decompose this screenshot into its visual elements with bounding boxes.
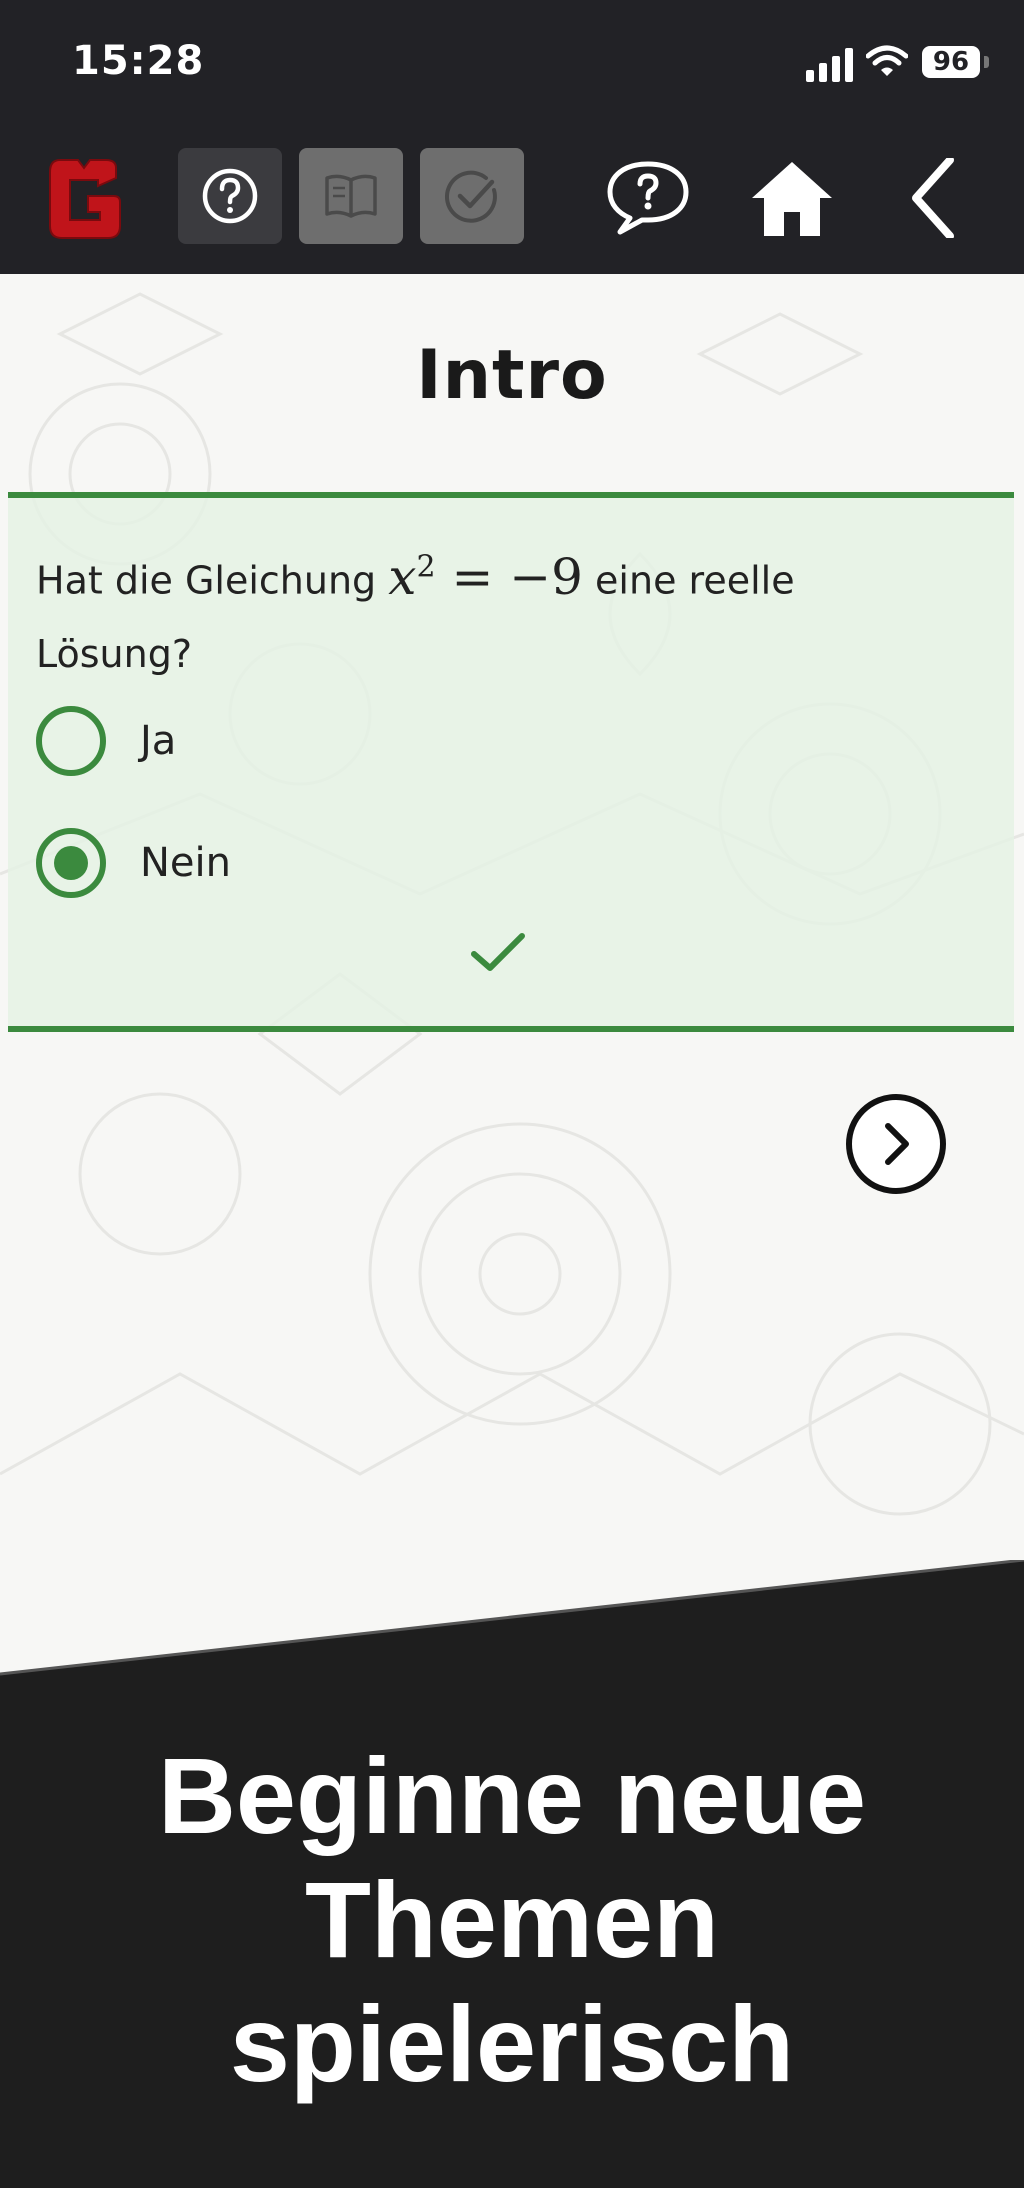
option-label-ja: Ja	[140, 718, 177, 764]
check-button[interactable]	[420, 148, 524, 244]
equation: x2 = −9	[388, 548, 583, 606]
book-icon	[325, 174, 377, 218]
option-ja[interactable]: Ja	[36, 706, 436, 786]
book-button[interactable]	[299, 148, 403, 244]
option-label-nein: Nein	[140, 840, 231, 886]
promo-headline: Beginne neue Themen spielerisch	[0, 1734, 1024, 2106]
question-prefix: Hat die Gleichung	[36, 558, 389, 603]
status-time: 15:28	[72, 38, 205, 84]
equation-exponent: 2	[416, 549, 436, 584]
promo-line-1: Beginne neue	[157, 1735, 867, 1856]
correct-checkmark-icon	[471, 933, 525, 971]
page-title: Intro	[416, 336, 608, 415]
status-bar: 15:28 96	[0, 0, 1024, 120]
equation-rest: = −9	[451, 547, 583, 606]
radio-ja[interactable]	[36, 706, 106, 776]
radio-selected-dot	[54, 846, 88, 880]
radio-nein[interactable]	[36, 828, 106, 898]
wifi-icon	[866, 45, 908, 76]
option-nein[interactable]: Nein	[36, 828, 436, 908]
promo-line-2: Themen	[304, 1859, 720, 1980]
chevron-right-icon	[885, 1123, 909, 1165]
home-icon[interactable]	[748, 158, 836, 238]
question-text: Hat die Gleichung x2 = −9 eine reelle Lö…	[36, 530, 956, 691]
battery-icon: 96	[922, 46, 980, 78]
equation-variable: x	[388, 547, 417, 606]
check-icon	[445, 170, 497, 223]
question-card: Hat die Gleichung x2 = −9 eine reelle Lö…	[8, 492, 1014, 1032]
chat-icon[interactable]	[604, 158, 692, 238]
nav-bar	[0, 120, 1024, 274]
battery-tip	[984, 56, 989, 68]
next-button[interactable]	[846, 1094, 946, 1194]
signal-icon	[806, 48, 853, 82]
logo[interactable]	[42, 154, 126, 242]
promo-line-3: spielerisch	[229, 1983, 795, 2104]
help-icon	[202, 168, 258, 224]
back-icon[interactable]	[892, 158, 980, 238]
help-button[interactable]	[178, 148, 282, 244]
